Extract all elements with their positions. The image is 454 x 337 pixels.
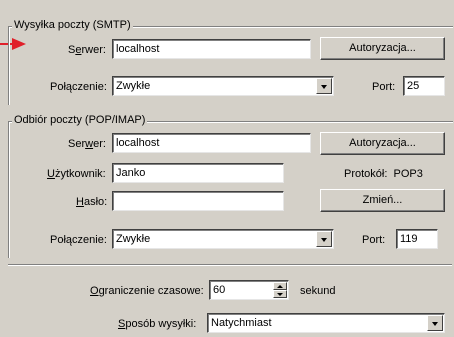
send-mode-select[interactable]: Natychmiast: [207, 313, 445, 333]
pop-port-label: Port:: [362, 234, 386, 246]
pop-connection-value: Zwykłe: [116, 233, 151, 245]
pop-protocol-text: Protokół: POP3: [344, 168, 423, 180]
pop-user-input[interactable]: Janko: [112, 163, 284, 183]
section-divider: [8, 264, 452, 266]
pop-auth-button[interactable]: Autoryzacja...: [320, 132, 445, 155]
send-mode-value: Natychmiast: [211, 317, 272, 329]
smtp-port-input[interactable]: 25: [403, 76, 445, 96]
pop-server-label: Serwer:: [68, 138, 106, 150]
smtp-connection-label: Połączenie:: [50, 81, 107, 93]
pop-server-input[interactable]: localhost: [112, 133, 311, 153]
smtp-connection-select[interactable]: Zwykłe: [112, 76, 334, 96]
smtp-group-title: Wysyłka poczty (SMTP): [12, 19, 133, 32]
timeout-label: Ograniczenie czasowe:: [90, 285, 204, 297]
smtp-server-input[interactable]: localhost: [112, 39, 311, 59]
pop-port-input[interactable]: 119: [396, 229, 438, 249]
pop-password-label: Hasło:: [76, 196, 108, 208]
stepper-up-icon[interactable]: [273, 282, 287, 290]
chevron-down-icon[interactable]: [316, 231, 332, 247]
smtp-server-label: Serwer:: [68, 44, 106, 56]
stepper-down-icon[interactable]: [273, 290, 287, 298]
smtp-connection-value: Zwykłe: [116, 80, 151, 92]
timeout-unit-label: sekund: [300, 285, 336, 297]
pop-group-title: Odbiór poczty (POP/IMAP): [12, 114, 148, 127]
timeout-value: 60: [213, 284, 226, 296]
send-mode-label: Sposób wysyłki:: [118, 318, 197, 330]
timeout-stepper[interactable]: 60: [209, 280, 289, 300]
smtp-auth-button[interactable]: Autoryzacja...: [320, 37, 445, 60]
pop-password-input[interactable]: [112, 191, 284, 211]
pop-connection-select[interactable]: Zwykłe: [112, 229, 334, 249]
chevron-down-icon[interactable]: [427, 315, 443, 331]
chevron-down-icon[interactable]: [316, 78, 332, 94]
pop-user-label: Użytkownik:: [47, 168, 106, 180]
smtp-port-label: Port:: [372, 81, 396, 93]
pop-connection-label: Połączenie:: [50, 234, 107, 246]
stepper-arrows-icon[interactable]: [273, 282, 287, 298]
change-protocol-button[interactable]: Zmień...: [320, 189, 445, 212]
